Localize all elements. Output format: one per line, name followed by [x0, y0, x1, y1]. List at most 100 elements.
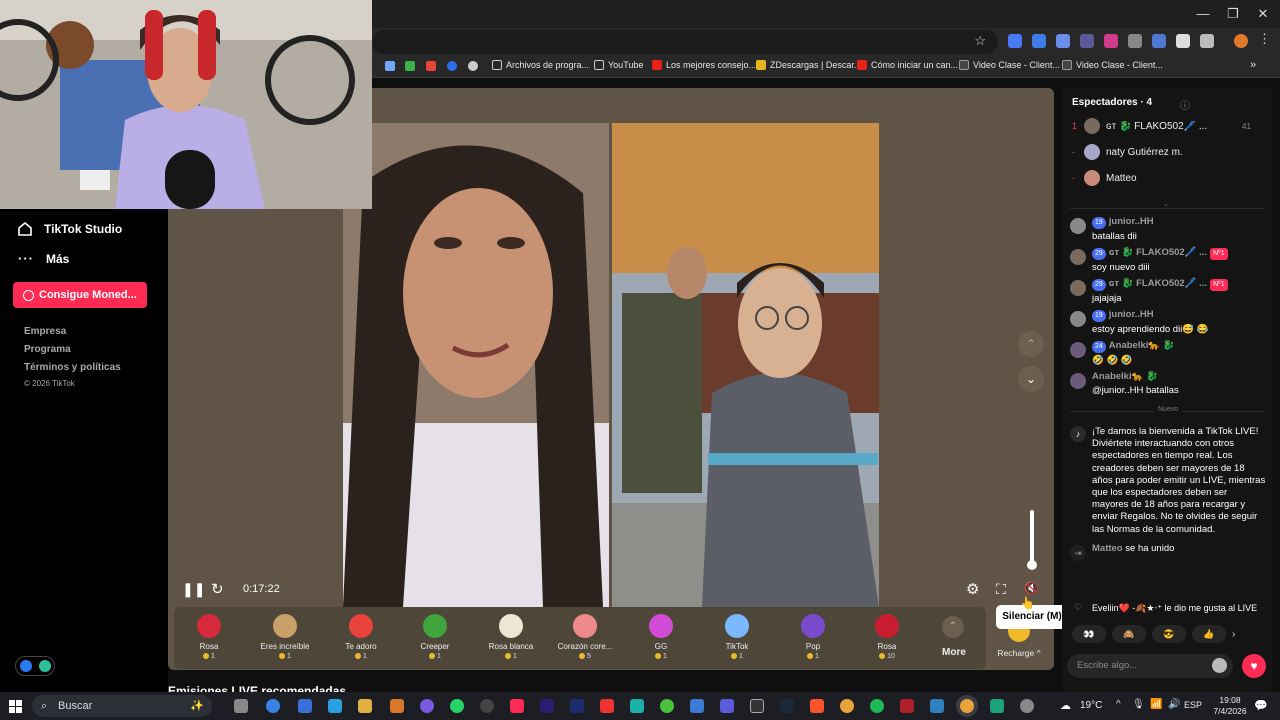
app-icon[interactable]	[720, 699, 734, 713]
bookmark-icon[interactable]	[468, 61, 478, 71]
avatar[interactable]	[1070, 249, 1086, 265]
chat-username[interactable]: Anabelki🐆 🐉	[1092, 371, 1158, 382]
extension-icon[interactable]	[1032, 34, 1046, 48]
avatar[interactable]	[1070, 280, 1086, 296]
volume-slider[interactable]	[1030, 510, 1034, 566]
gift-item[interactable]: Eres increíble 1	[248, 614, 322, 660]
app-icon[interactable]	[1020, 699, 1034, 713]
app-icon[interactable]	[298, 699, 312, 713]
previous-stream-button[interactable]: ⌃	[1018, 331, 1044, 357]
gift-item[interactable]: Corazón core... 5	[548, 614, 622, 660]
app-icon[interactable]	[600, 699, 614, 713]
gift-item[interactable]: Rosa 1	[172, 614, 246, 660]
fullscreen-icon[interactable]: ⛶	[996, 581, 1006, 598]
like-heart-button[interactable]: ♥	[1242, 654, 1266, 678]
chat-input[interactable]: Escribe algo...	[1067, 654, 1233, 678]
app-icon[interactable]	[630, 699, 644, 713]
chevron-right-icon[interactable]: ›	[1232, 629, 1235, 640]
more-gifts-button[interactable]: More	[935, 647, 973, 658]
gift-item[interactable]: Rosa blanca 1	[474, 614, 548, 660]
reaction-button[interactable]: 👀	[1072, 625, 1106, 643]
tiktok-icon[interactable]	[510, 699, 524, 713]
facebook-icon[interactable]	[447, 61, 457, 71]
chat-username[interactable]: junior..HH	[1109, 216, 1154, 227]
bookmark-icon[interactable]	[405, 61, 415, 71]
reaction-button[interactable]: 👍	[1192, 625, 1226, 643]
chat-username[interactable]: Anabelki🐆 🐉	[1109, 340, 1175, 351]
chat-username[interactable]: ɢᴛ 🐉 FLAKO502🖊️ ...	[1109, 247, 1207, 258]
bookmark-video-clase-1[interactable]: Video Clase - Client...	[959, 60, 1060, 70]
windows-start-icon[interactable]	[9, 700, 22, 713]
spotify-icon[interactable]	[870, 699, 884, 713]
chat-username[interactable]: ɢᴛ 🐉 FLAKO502🖊️ ...	[1109, 278, 1207, 289]
avatar[interactable]	[1070, 311, 1086, 327]
extension-icon[interactable]	[1080, 34, 1094, 48]
volume-slider-thumb[interactable]	[1027, 560, 1037, 570]
bookmark-archivos[interactable]: Archivos de progra...	[492, 60, 589, 70]
bookmark-youtube-folder[interactable]: YouTube	[594, 60, 643, 70]
footer-link-terminos[interactable]: Términos y políticas	[24, 362, 121, 373]
minimize-button[interactable]: —	[1188, 4, 1218, 24]
temperature[interactable]: 19°C	[1080, 700, 1102, 711]
close-button[interactable]: ✕	[1248, 4, 1278, 24]
gift-item[interactable]: TikTok 1	[700, 614, 774, 660]
extension-icon[interactable]	[1008, 34, 1022, 48]
bookmark-consejos[interactable]: Los mejores consejo...	[652, 60, 756, 70]
gift-item[interactable]: Te adoro 1	[324, 614, 398, 660]
steam-icon[interactable]	[780, 699, 794, 713]
avatar[interactable]	[1070, 342, 1086, 358]
photoshop-icon[interactable]	[570, 699, 584, 713]
reload-icon[interactable]: ↻	[211, 580, 224, 598]
reaction-button[interactable]: 😎	[1152, 625, 1186, 643]
puzzle-icon[interactable]	[1200, 34, 1214, 48]
recharge-button[interactable]: Recharge ^	[990, 648, 1048, 658]
file-explorer-icon[interactable]	[358, 699, 372, 713]
gift-item[interactable]: Pop 1	[776, 614, 850, 660]
settings-gear-icon[interactable]: ⚙	[966, 580, 979, 598]
app-icon[interactable]	[690, 699, 704, 713]
gift-item[interactable]: Rosa 10	[850, 614, 924, 660]
epic-games-icon[interactable]	[750, 699, 764, 713]
reaction-button[interactable]: 🙈	[1112, 625, 1146, 643]
gmail-icon[interactable]	[426, 61, 436, 71]
footer-link-empresa[interactable]: Empresa	[24, 326, 66, 337]
volume-icon[interactable]: 🔊	[1168, 699, 1180, 710]
taskbar-search[interactable]: ⌕ Buscar ✨	[32, 695, 212, 717]
app-icon[interactable]	[900, 699, 914, 713]
app-icon[interactable]	[390, 699, 404, 713]
gift-item[interactable]: Creeper 1	[398, 614, 472, 660]
app-switch-toggle[interactable]	[15, 656, 55, 676]
avatar[interactable]	[1070, 218, 1086, 234]
app-icon[interactable]	[328, 699, 342, 713]
bookmark-iniciar-canal[interactable]: Cómo iniciar un can...	[857, 60, 958, 70]
gift-item[interactable]: GG 1	[624, 614, 698, 660]
chat-username[interactable]: junior..HH	[1109, 309, 1154, 320]
avatar[interactable]	[1070, 373, 1086, 389]
gift-scroll-up-button[interactable]: ⌃	[942, 616, 964, 638]
app-icon[interactable]	[660, 699, 674, 713]
task-view-icon[interactable]	[234, 699, 248, 713]
bookmark-icon[interactable]	[385, 61, 395, 71]
info-icon[interactable]: ⓘ	[1180, 97, 1190, 112]
clock[interactable]: 19:08 7/4/2026	[1206, 695, 1254, 717]
get-coins-button[interactable]: Consigue Moned...	[13, 282, 147, 308]
viewer-row[interactable]: 1 ɢᴛ 🐉 FLAKO502🖊️ ... 41	[1072, 118, 1251, 134]
chrome-icon[interactable]	[840, 699, 854, 713]
address-input[interactable]: ☆	[372, 30, 998, 54]
app-icon[interactable]	[990, 699, 1004, 713]
weather-cloud-icon[interactable]: ☁	[1060, 699, 1071, 712]
notifications-icon[interactable]: 💬	[1254, 699, 1268, 712]
extension-icon[interactable]	[1152, 34, 1166, 48]
chrome-active-icon[interactable]	[960, 699, 974, 713]
extension-icon[interactable]	[1128, 34, 1142, 48]
wifi-icon[interactable]: 📶	[1150, 699, 1162, 710]
joined-user-name[interactable]: Matteo	[1092, 543, 1123, 554]
restore-button[interactable]: ❐	[1218, 4, 1248, 24]
emoji-icon[interactable]	[1212, 658, 1227, 673]
star-icon[interactable]: ☆	[974, 33, 986, 49]
keyboard-language[interactable]: ESP	[1184, 700, 1202, 710]
profile-avatar[interactable]	[1234, 34, 1248, 48]
extension-icon[interactable]	[1104, 34, 1118, 48]
bookmark-zdescargas[interactable]: ZDescargas | Descar...	[756, 60, 861, 70]
premiere-icon[interactable]	[540, 699, 554, 713]
